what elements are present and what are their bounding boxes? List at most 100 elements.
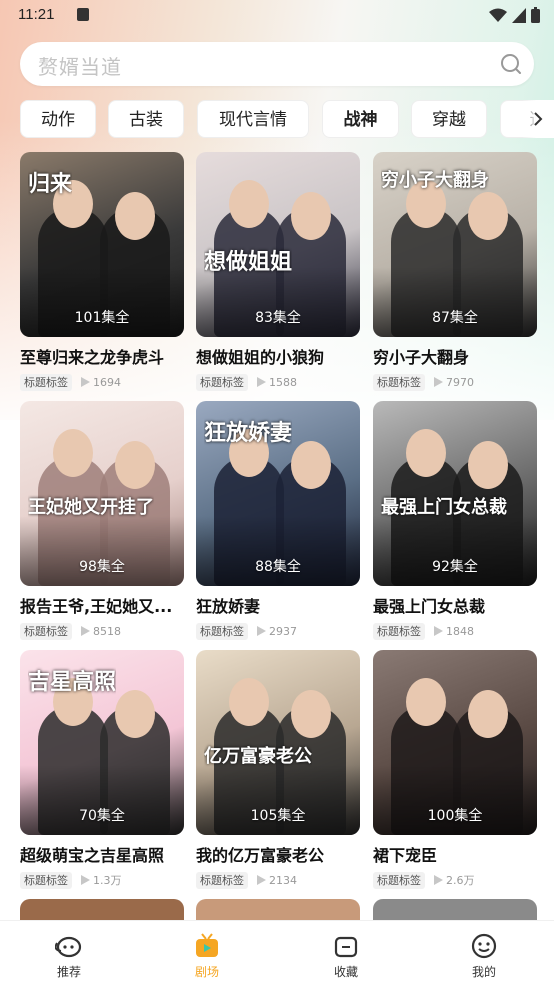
poster-title-art: 归来 bbox=[28, 171, 73, 197]
smile-face-icon bbox=[471, 933, 497, 959]
poster-face bbox=[115, 441, 155, 489]
drama-meta: 标题标签 1.3万 bbox=[20, 871, 184, 889]
search-placeholder: 赘婿当道 bbox=[38, 55, 122, 79]
search-bar[interactable]: 赘婿当道 bbox=[20, 42, 534, 86]
drama-meta: 标题标签 2937 bbox=[196, 622, 360, 640]
search-icon[interactable] bbox=[500, 53, 522, 75]
chevron-right-icon bbox=[534, 112, 543, 126]
drama-card[interactable]: 亿万富豪老公 105集全我的亿万富豪老公标题标签 2134 bbox=[196, 650, 360, 889]
drama-title[interactable]: 至尊归来之龙争虎斗 bbox=[20, 344, 184, 368]
tab-action[interactable]: 动作 bbox=[20, 100, 96, 138]
drama-poster[interactable]: 亿万富豪老公 105集全 bbox=[196, 650, 360, 835]
episode-count: 100集全 bbox=[427, 808, 483, 824]
play-count-icon bbox=[257, 875, 266, 885]
nav-theater[interactable]: 剧场 bbox=[157, 921, 257, 985]
drama-poster[interactable]: 王妃她又开挂了 98集全 bbox=[20, 401, 184, 586]
drama-meta: 标题标签 8518 bbox=[20, 622, 184, 640]
tab-label: 战神 bbox=[343, 110, 378, 130]
poster-face bbox=[53, 429, 93, 477]
title-tag: 标题标签 bbox=[373, 622, 425, 640]
title-tag: 标题标签 bbox=[196, 622, 248, 640]
drama-title[interactable]: 我的亿万富豪老公 bbox=[196, 842, 360, 866]
nav-profile[interactable]: 我的 bbox=[434, 921, 534, 985]
play-count: 2937 bbox=[269, 624, 297, 638]
title-tag: 标题标签 bbox=[196, 871, 248, 889]
play-count: 1848 bbox=[446, 624, 474, 638]
drama-card[interactable]: 最强上门女总裁 92集全最强上门女总裁标题标签 1848 bbox=[373, 401, 537, 640]
play-count: 7970 bbox=[446, 375, 474, 389]
drama-title[interactable]: 最强上门女总裁 bbox=[373, 593, 537, 617]
tab-time-travel[interactable]: 穿越 bbox=[411, 100, 487, 138]
drama-title[interactable]: 超级萌宝之吉星高照 bbox=[20, 842, 184, 866]
drama-meta: 标题标签 1588 bbox=[196, 373, 360, 391]
drama-title[interactable]: 裙下宠臣 bbox=[373, 842, 537, 866]
drama-poster[interactable]: 100集全 bbox=[373, 650, 537, 835]
nav-favorites[interactable]: 收藏 bbox=[296, 921, 396, 985]
tab-costume[interactable]: 古装 bbox=[108, 100, 184, 138]
title-tag: 标题标签 bbox=[20, 871, 72, 889]
poster-face bbox=[468, 441, 508, 489]
title-tag: 标题标签 bbox=[373, 871, 425, 889]
title-tag: 标题标签 bbox=[20, 373, 72, 391]
drama-poster[interactable]: 归来 101集全 bbox=[20, 152, 184, 337]
drama-poster[interactable]: 想做姐姐 83集全 bbox=[196, 152, 360, 337]
drama-card[interactable]: 归来 101集全 至尊归来之龙争虎斗 标题标签 1694 bbox=[20, 152, 184, 391]
drama-meta: 标题标签 1848 bbox=[373, 622, 537, 640]
drama-poster[interactable]: 狂放娇妻 88集全 bbox=[196, 401, 360, 586]
battery-icon bbox=[531, 7, 540, 23]
category-scroll-right[interactable] bbox=[522, 100, 554, 138]
drama-title[interactable]: 狂放娇妻 bbox=[196, 593, 360, 617]
nav-recommend[interactable]: 推荐 bbox=[19, 921, 119, 985]
play-count-icon bbox=[81, 377, 90, 387]
episode-count: 105集全 bbox=[250, 808, 306, 824]
drama-card[interactable]: 想做姐姐 83集全想做姐姐的小狼狗标题标签 1588 bbox=[196, 152, 360, 391]
drama-card[interactable]: 王妃她又开挂了 98集全报告王爷,王妃她又... 标题标签 8518 bbox=[20, 401, 184, 640]
folder-icon bbox=[334, 936, 358, 958]
episode-count: 101集全 bbox=[74, 310, 130, 326]
drama-title[interactable]: 报告王爷,王妃她又... bbox=[20, 593, 184, 617]
status-bar: 11:21 bbox=[0, 0, 554, 30]
play-count-icon bbox=[81, 875, 90, 885]
play-count-icon bbox=[434, 377, 443, 387]
poster-face bbox=[229, 180, 269, 228]
drama-title[interactable]: 穷小子大翻身 bbox=[373, 344, 537, 368]
drama-poster[interactable]: 穷小子大翻身 87集全 bbox=[373, 152, 537, 337]
nav-label: 推荐 bbox=[56, 965, 81, 979]
drama-title[interactable]: 想做姐姐的小狼狗 bbox=[196, 344, 360, 368]
poster-title-art: 穷小子大翻身 bbox=[381, 170, 489, 191]
notification-a-icon bbox=[77, 8, 89, 21]
signal-icon bbox=[512, 7, 526, 23]
play-count: 1588 bbox=[269, 375, 297, 389]
play-count-icon bbox=[257, 377, 266, 387]
poster-face bbox=[291, 441, 331, 489]
tab-label: 现代言情 bbox=[219, 110, 287, 130]
status-icons bbox=[489, 7, 540, 23]
drama-card[interactable]: 吉星高照 70集全超级萌宝之吉星高照标题标签 1.3万 bbox=[20, 650, 184, 889]
drama-card[interactable]: 穷小子大翻身 87集全 穷小子大翻身 标题标签 7970 bbox=[373, 152, 537, 391]
tab-modern-romance[interactable]: 现代言情 bbox=[197, 100, 309, 138]
poster-title-art: 狂放娇妻 bbox=[204, 420, 293, 446]
wifi-icon bbox=[489, 8, 507, 22]
bottom-nav: 推荐 剧场 收藏 我的 bbox=[0, 920, 554, 985]
play-count: 1.3万 bbox=[93, 874, 122, 887]
tv-icon bbox=[196, 933, 218, 957]
play-count: 2134 bbox=[269, 873, 297, 887]
drama-card[interactable]: 狂放娇妻 88集全 狂放娇妻 标题标签 2937 bbox=[196, 401, 360, 640]
drama-card[interactable]: 100集全 裙下宠臣 标题标签 2.6万 bbox=[373, 650, 537, 889]
poster-face bbox=[291, 192, 331, 240]
poster-face bbox=[115, 192, 155, 240]
poster-face bbox=[229, 678, 269, 726]
nav-label: 收藏 bbox=[333, 965, 358, 979]
poster-face bbox=[468, 192, 508, 240]
episode-count: 92集全 bbox=[432, 559, 478, 575]
nav-label: 我的 bbox=[471, 965, 496, 979]
poster-face bbox=[406, 429, 446, 477]
drama-poster[interactable]: 最强上门女总裁 92集全 bbox=[373, 401, 537, 586]
tab-label: 穿越 bbox=[432, 110, 466, 130]
episode-count: 87集全 bbox=[432, 310, 478, 326]
episode-count: 70集全 bbox=[79, 808, 125, 824]
drama-poster[interactable]: 吉星高照 70集全 bbox=[20, 650, 184, 835]
title-tag: 标题标签 bbox=[373, 373, 425, 391]
nav-label: 剧场 bbox=[194, 965, 219, 979]
tab-war-god[interactable]: 战神 bbox=[322, 100, 399, 138]
